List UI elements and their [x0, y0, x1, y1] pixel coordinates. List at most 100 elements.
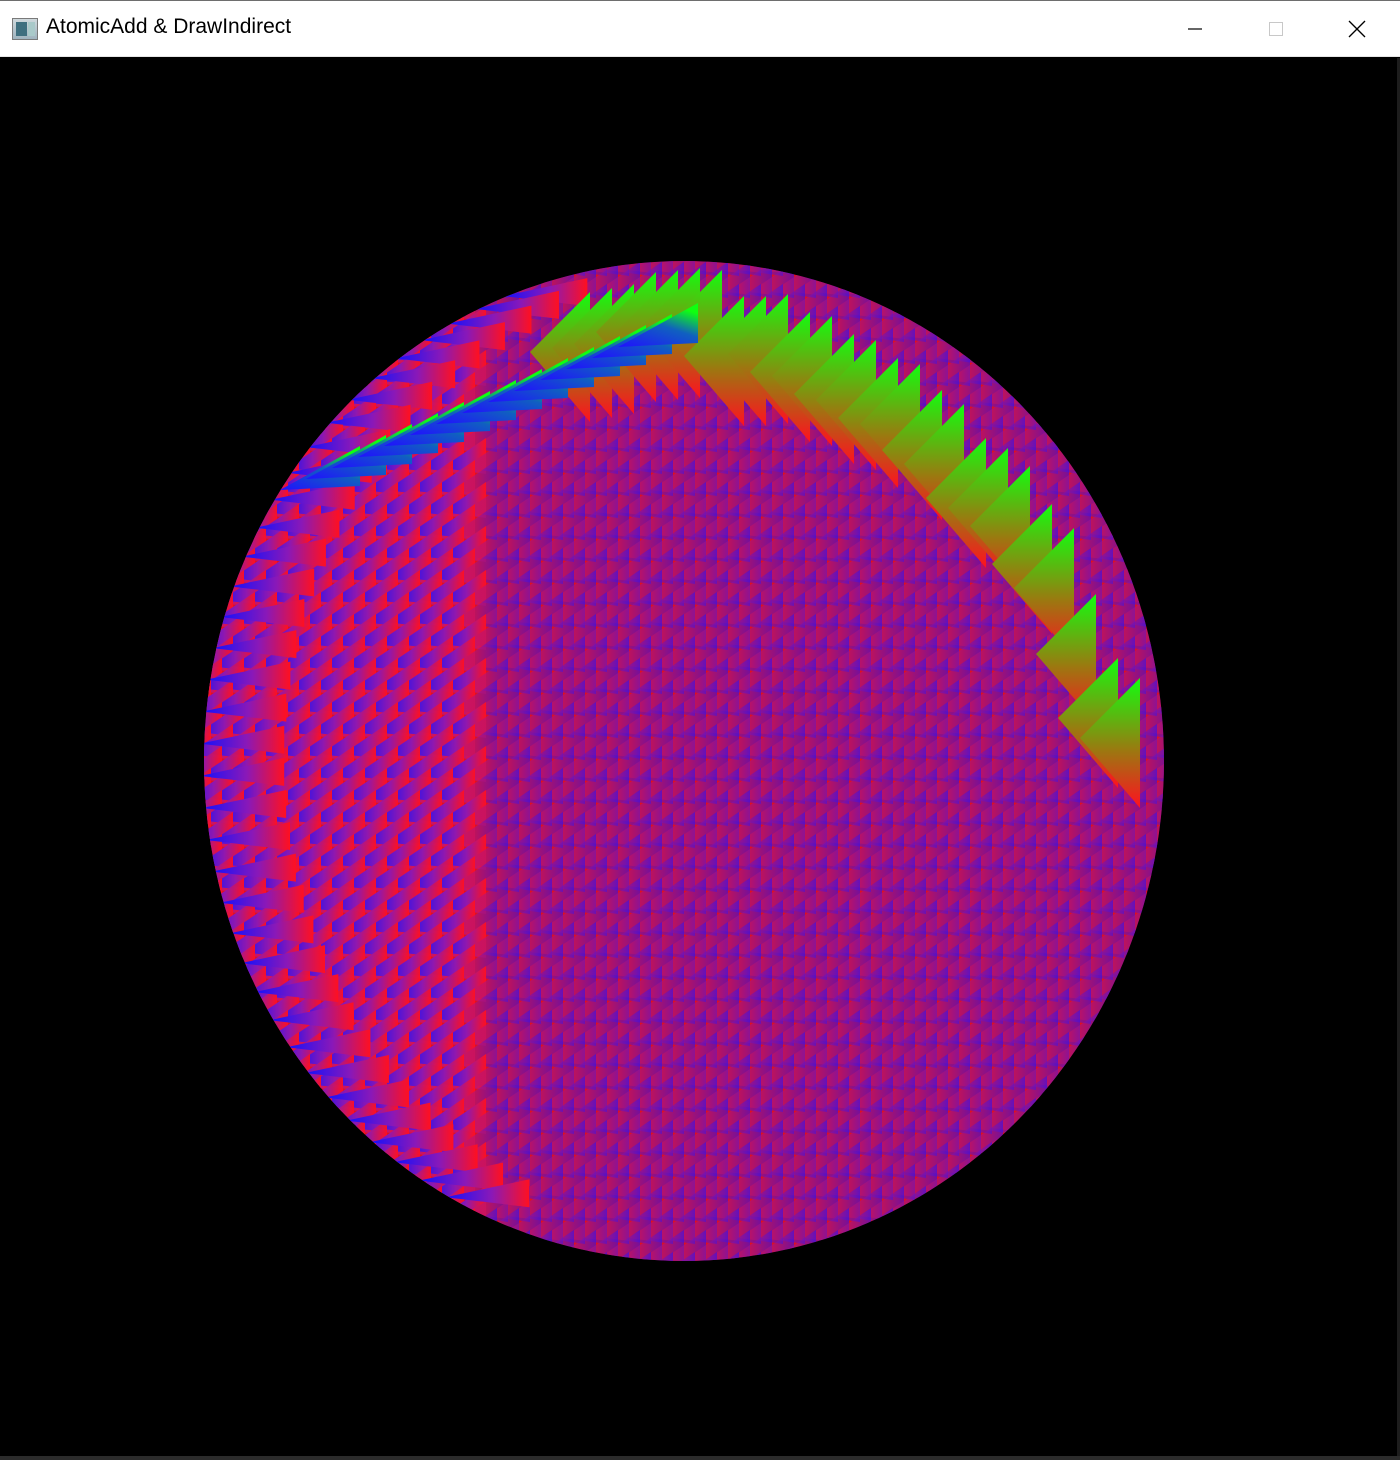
- triangle-fragment: [574, 1274, 618, 1310]
- triangle-fragment: [761, 1252, 805, 1261]
- triangle-fragment: [204, 526, 244, 562]
- triangle-fragment: [1036, 394, 1080, 430]
- triangle-fragment: [354, 1142, 398, 1178]
- triangle-fragment: [1025, 1120, 1069, 1156]
- triangle-fragment: [204, 922, 222, 958]
- triangle-fragment: [1146, 878, 1164, 914]
- triangle-fragment: [783, 1252, 827, 1261]
- triangle-fragment: [288, 1098, 332, 1134]
- triangle-fragment: [204, 856, 211, 892]
- triangle-fragment: [915, 1208, 959, 1244]
- triangle-fragment: [376, 306, 420, 342]
- maximize-icon: [1269, 22, 1283, 36]
- triangle-fragment: [1157, 680, 1164, 716]
- gradient-disc: [156, 218, 1212, 1310]
- minimize-icon: [1188, 28, 1202, 30]
- triangle-fragment: [222, 482, 266, 518]
- triangle-fragment: [244, 438, 288, 474]
- triangle-fragment: [926, 1186, 970, 1222]
- triangle-fragment: [992, 1142, 1036, 1178]
- triangle-fragment: [204, 878, 222, 914]
- triangle-fragment: [541, 261, 585, 276]
- triangle-fragment: [662, 1274, 706, 1310]
- triangle-fragment: [244, 1010, 288, 1046]
- triangle-fragment: [981, 1164, 1025, 1200]
- triangle-fragment: [343, 328, 387, 364]
- triangle-fragment: [233, 1032, 277, 1068]
- triangle-fragment: [662, 218, 706, 254]
- triangle-fragment: [893, 1208, 937, 1244]
- triangle-fragment: [596, 218, 640, 254]
- window-bottom-border: [0, 1456, 1400, 1460]
- minimize-button[interactable]: [1155, 1, 1235, 57]
- triangle-fragment: [156, 702, 200, 738]
- close-button[interactable]: [1317, 1, 1397, 57]
- close-icon: [1348, 20, 1366, 38]
- triangle-fragment: [1091, 460, 1135, 496]
- triangle-fragment: [750, 1274, 794, 1310]
- title-bar[interactable]: AtomicAdd & DrawIndirect: [0, 1, 1400, 57]
- triangle-fragment: [783, 261, 827, 276]
- triangle-fragment: [332, 350, 376, 386]
- application-window-icon[interactable]: [12, 18, 38, 40]
- triangle-fragment: [684, 1274, 728, 1310]
- triangle-fragment: [266, 1054, 310, 1090]
- triangle-fragment: [156, 834, 200, 870]
- triangle-fragment: [310, 1098, 354, 1134]
- triangle-fragment: [563, 1252, 607, 1261]
- triangle-fragment: [750, 218, 794, 254]
- triangle-fragment: [497, 261, 541, 276]
- triangle-fragment: [1135, 944, 1164, 980]
- triangle-fragment: [1168, 658, 1212, 694]
- triangle-fragment: [204, 570, 222, 606]
- triangle-fragment: [1047, 1076, 1091, 1112]
- triangle-fragment: [519, 261, 563, 276]
- triangle-fragment: [1036, 1098, 1080, 1134]
- triangle-fragment: [288, 394, 332, 430]
- triangle-fragment: [1091, 1032, 1135, 1068]
- triangle-fragment: [1124, 526, 1164, 562]
- triangle-fragment: [827, 1252, 871, 1261]
- triangle-fragment: [1168, 790, 1212, 826]
- application-window: AtomicAdd & DrawIndirect: [0, 0, 1400, 1460]
- triangle-fragment: [1146, 922, 1164, 958]
- triangle-fragment: [211, 988, 255, 1024]
- triangle-fragment: [299, 1120, 343, 1156]
- triangle-fragment: [618, 1274, 662, 1310]
- triangle-fragment: [204, 812, 211, 848]
- triangle-fragment: [204, 922, 244, 958]
- triangle-fragment: [1168, 746, 1212, 782]
- triangle-fragment: [244, 1054, 288, 1090]
- triangle-fragment: [464, 1230, 508, 1261]
- triangle-fragment: [981, 328, 1025, 364]
- triangle-fragment: [156, 790, 200, 826]
- triangle-fragment: [1124, 966, 1164, 1002]
- triangle-fragment: [332, 1142, 376, 1178]
- triangle-fragment: [860, 262, 904, 298]
- triangle-fragment: [728, 218, 772, 254]
- triangle-fragment: [1135, 548, 1164, 584]
- triangle-fragment: [453, 1208, 497, 1244]
- triangle-fragment: [948, 1186, 992, 1222]
- triangle-fragment: [992, 350, 1036, 386]
- triangle-fragment: [1157, 636, 1164, 672]
- triangle-fragment: [365, 1164, 409, 1200]
- triangle-fragment: [618, 218, 662, 254]
- triangle-fragment: [640, 218, 684, 254]
- triangle-fragment: [1080, 438, 1124, 474]
- triangle-fragment: [860, 1230, 904, 1261]
- triangle-fragment: [486, 1230, 530, 1261]
- triangle-fragment: [343, 1164, 387, 1200]
- triangle-fragment: [204, 614, 222, 650]
- triangle-fragment: [204, 768, 211, 804]
- maximize-button[interactable]: [1236, 1, 1316, 57]
- triangle-fragment: [882, 262, 926, 298]
- render-viewport[interactable]: [0, 58, 1398, 1456]
- triangle-fragment: [1080, 1054, 1124, 1090]
- triangle-fragment: [497, 1252, 541, 1261]
- triangle-fragment: [1146, 570, 1164, 606]
- triangle-fragment: [204, 944, 233, 980]
- triangle-fragment: [640, 1274, 684, 1310]
- triangle-fragment: [255, 1032, 299, 1068]
- triangle-fragment: [398, 1186, 442, 1222]
